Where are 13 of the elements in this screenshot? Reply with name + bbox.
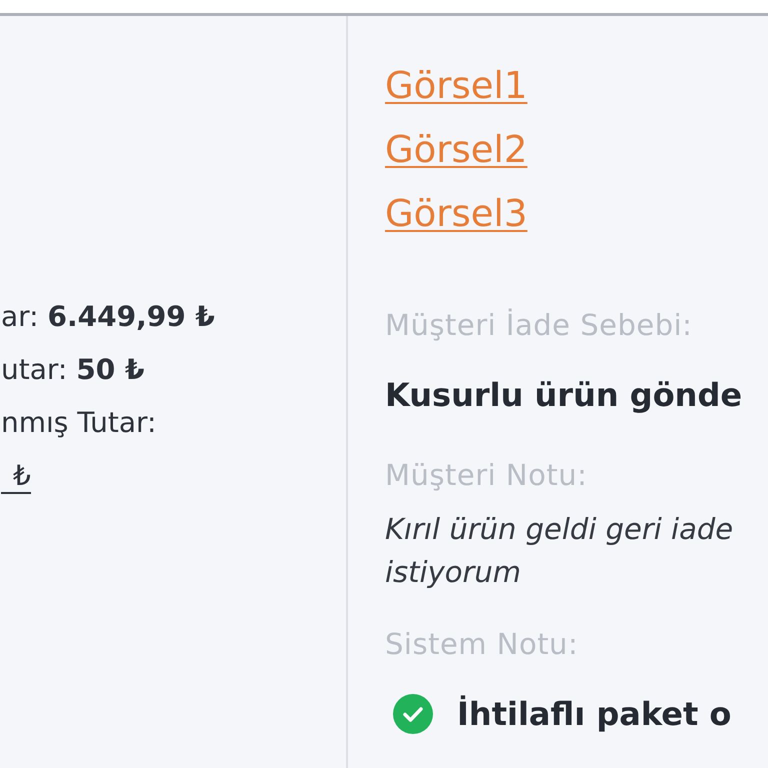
field-label: Sistem Notu: [385,626,580,663]
amount-link[interactable]: ₺ [1,459,31,494]
field-label: Müşteri Notu: [385,457,588,494]
system-note: İhtilaflı paket o [457,694,732,735]
amount-text: utar: 50 ₺ [0,352,146,388]
image-link[interactable]: Görsel2 [385,128,528,171]
return-reason: Kusurlu ürün gönde [385,375,744,416]
image-link[interactable]: Görsel1 [385,64,528,107]
field-label: Müşteri İade Sebebi: [385,307,694,344]
customer-note: Kırıl ürün geldi geri iade istiyorum [385,511,734,591]
image-link[interactable]: Görsel3 [385,192,528,235]
amount-text: ar: 6.449,99 ₺ [0,299,216,335]
amount-text: nmış Tutar: [0,405,158,441]
